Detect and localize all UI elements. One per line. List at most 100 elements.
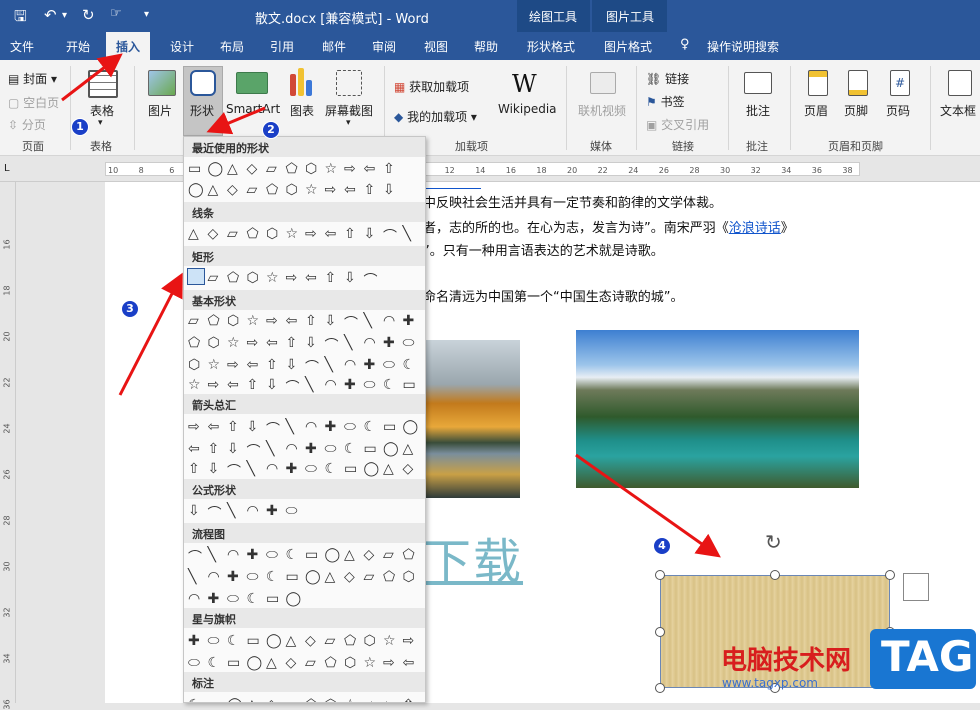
shape-option-icon[interactable]: ◇ <box>305 633 316 649</box>
shape-option-icon[interactable]: ◯ <box>325 547 341 563</box>
shape-option-icon[interactable]: ◇ <box>364 547 375 563</box>
shape-option-icon[interactable]: ⇦ <box>305 270 317 286</box>
shape-option-icon[interactable]: ▭ <box>227 655 240 671</box>
shape-option-icon[interactable]: ◇ <box>227 182 238 198</box>
shape-option-icon[interactable]: ⇧ <box>188 461 200 477</box>
shape-option-icon[interactable]: ⇦ <box>403 655 415 671</box>
get-addins-button[interactable]: ▦ 获取加载项 <box>394 78 469 95</box>
shape-option-icon[interactable]: ◯ <box>188 182 204 198</box>
shape-option-icon[interactable]: ⇦ <box>227 377 239 393</box>
shape-option-icon[interactable]: ⌒ <box>344 313 358 333</box>
shape-option-icon[interactable]: ⇧ <box>403 697 415 702</box>
shape-option-icon[interactable]: ◠ <box>305 419 317 435</box>
shape-option-icon[interactable]: ╲ <box>286 419 294 435</box>
tab-review[interactable]: 审阅 <box>372 38 396 55</box>
shape-option-icon[interactable]: ⇨ <box>383 655 395 671</box>
shape-option-icon[interactable]: ☾ <box>325 461 338 477</box>
shape-option-icon[interactable]: ⇧ <box>286 335 298 351</box>
shape-option-icon[interactable]: ⬠ <box>188 335 200 351</box>
shape-option-icon[interactable]: ◠ <box>208 569 220 585</box>
layout-options-icon[interactable] <box>903 573 929 601</box>
shape-option-icon[interactable]: ⬡ <box>247 270 259 286</box>
bookmark-button[interactable]: ⚑ 书签 <box>646 93 685 110</box>
shape-option-icon[interactable]: ✚ <box>227 569 239 585</box>
shape-option-icon[interactable]: ◯ <box>364 461 380 477</box>
picture-icon[interactable] <box>148 70 176 96</box>
textbox-button-label[interactable]: 文本框 <box>940 102 976 119</box>
shape-option-icon[interactable]: ▱ <box>325 633 336 649</box>
table-icon[interactable] <box>88 70 118 98</box>
resize-handle[interactable] <box>655 683 665 693</box>
shape-option-icon[interactable]: ⇧ <box>208 441 220 457</box>
shape-option-icon[interactable]: ☾ <box>344 441 357 457</box>
shape-option-icon[interactable]: ✚ <box>266 503 278 519</box>
shape-option-icon[interactable]: ☆ <box>383 633 396 649</box>
shape-option-icon[interactable]: ◠ <box>325 377 337 393</box>
shape-option-icon[interactable]: ▱ <box>247 182 258 198</box>
my-addins-button[interactable]: ◆ 我的加载项 ▾ <box>394 108 477 125</box>
shape-option-icon[interactable]: ⌒ <box>188 547 202 567</box>
shape-option-icon[interactable]: ◇ <box>403 461 414 477</box>
textbox-icon[interactable] <box>948 70 972 96</box>
shape-option-icon[interactable]: ⇩ <box>247 419 259 435</box>
shape-option-icon[interactable]: ⬠ <box>344 633 356 649</box>
shape-option-icon[interactable]: ╲ <box>208 547 216 563</box>
shape-option-icon[interactable]: ✚ <box>403 313 415 329</box>
tab-stop-selector[interactable]: L <box>4 163 10 174</box>
touch-mode-icon[interactable]: ☞ <box>110 6 122 21</box>
shape-option-icon[interactable]: ⬡ <box>344 655 356 671</box>
shape-option-icon[interactable]: ⇧ <box>305 313 317 329</box>
shape-option-icon[interactable]: ◠ <box>188 591 200 607</box>
shape-option-icon[interactable]: ⇨ <box>227 357 239 373</box>
shape-option-icon[interactable]: ⇨ <box>325 182 337 198</box>
shape-option-icon[interactable]: ✚ <box>208 591 220 607</box>
shape-option-icon[interactable]: ◠ <box>383 313 395 329</box>
wikipedia-icon[interactable]: W <box>512 70 537 98</box>
shape-option-icon[interactable]: ☾ <box>188 697 201 702</box>
shape-option-icon[interactable]: ⇦ <box>364 161 376 177</box>
shape-option-icon[interactable]: ⬡ <box>188 357 200 373</box>
shape-option-icon[interactable]: △ <box>266 655 277 671</box>
shape-option-icon[interactable]: ▭ <box>383 419 396 435</box>
footer-button-label[interactable]: 页脚 <box>844 102 868 119</box>
shape-option-icon[interactable]: ☆ <box>208 357 221 373</box>
comment-icon[interactable] <box>744 72 772 94</box>
shape-option-icon[interactable]: ☾ <box>383 377 396 393</box>
shape-option-icon[interactable]: ⬠ <box>325 655 337 671</box>
shape-option-icon[interactable]: ☆ <box>286 226 299 242</box>
shape-option-icon[interactable]: ⇦ <box>344 182 356 198</box>
link-button[interactable]: ⛓ 链接 <box>646 70 689 87</box>
shape-option-icon[interactable]: ⬭ <box>383 357 395 373</box>
shape-option-icon[interactable]: ⌒ <box>247 441 261 461</box>
shape-option-icon[interactable]: △ <box>344 547 355 563</box>
shape-option-icon[interactable]: ✚ <box>383 335 395 351</box>
shape-option-icon[interactable]: ╲ <box>364 313 372 329</box>
tab-design[interactable]: 设计 <box>170 38 194 55</box>
shape-option-icon[interactable]: △ <box>188 226 199 242</box>
shape-option-icon[interactable]: ☆ <box>227 335 240 351</box>
shape-option-icon[interactable]: ◇ <box>344 569 355 585</box>
shape-option-icon[interactable]: ▱ <box>286 697 297 702</box>
resize-handle[interactable] <box>885 570 895 580</box>
shape-option-icon[interactable]: △ <box>325 569 336 585</box>
rectangle-shape-option[interactable] <box>187 268 205 285</box>
shape-option-icon[interactable]: ✚ <box>305 441 317 457</box>
shape-option-icon[interactable]: ⬭ <box>403 335 415 351</box>
shape-option-icon[interactable]: ▭ <box>266 591 279 607</box>
shape-option-icon[interactable]: ⇧ <box>383 161 395 177</box>
shape-option-icon[interactable]: ☆ <box>188 377 201 393</box>
shape-option-icon[interactable]: ▭ <box>188 161 201 177</box>
tab-picture-format[interactable]: 图片格式 <box>604 38 652 55</box>
shape-option-icon[interactable]: ⬠ <box>383 569 395 585</box>
shape-option-icon[interactable]: ⇨ <box>286 270 298 286</box>
shape-option-icon[interactable]: ◯ <box>305 569 321 585</box>
shape-option-icon[interactable]: ⇨ <box>266 313 278 329</box>
shape-option-icon[interactable]: ▱ <box>383 547 394 563</box>
shape-option-icon[interactable]: ⬠ <box>403 547 415 563</box>
tab-file[interactable]: 文件 <box>10 38 34 55</box>
shape-option-icon[interactable]: △ <box>247 697 258 702</box>
shape-option-icon[interactable]: ⇩ <box>344 270 356 286</box>
shape-option-icon[interactable]: ✚ <box>247 547 259 563</box>
shape-option-icon[interactable]: ⇦ <box>208 419 220 435</box>
shape-option-icon[interactable]: ⬠ <box>208 313 220 329</box>
